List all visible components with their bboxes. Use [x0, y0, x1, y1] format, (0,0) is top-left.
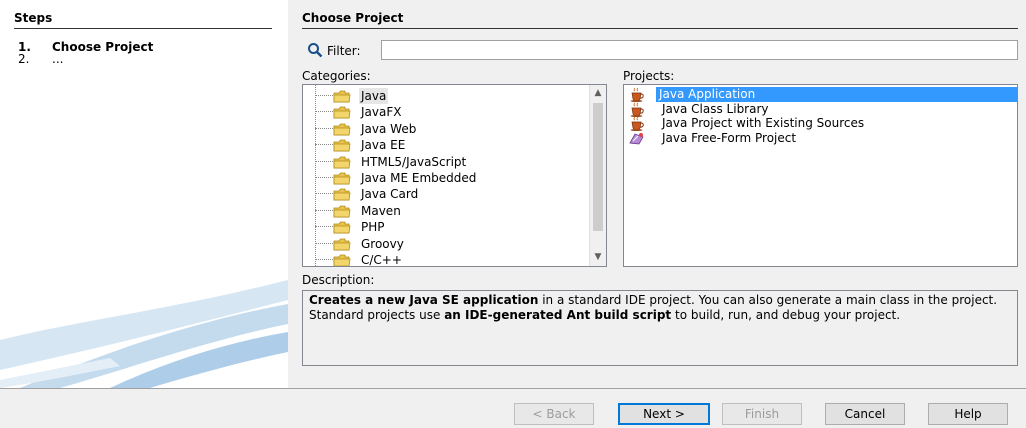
- steps-title: Steps: [14, 11, 272, 29]
- project-label: Java Application: [656, 87, 759, 102]
- tree-connector: [315, 160, 333, 162]
- category-label: Java ME Embedded: [361, 171, 477, 185]
- category-item[interactable]: PHP: [303, 219, 581, 235]
- folder-icon: [333, 172, 351, 185]
- category-label: JavaFX: [361, 105, 402, 120]
- category-item[interactable]: Java Web: [303, 121, 581, 137]
- coffee-cup-icon: [629, 102, 645, 117]
- back-button[interactable]: < Back: [514, 403, 594, 425]
- project-item[interactable]: Java Project with Existing Sources: [624, 116, 1017, 131]
- tree-connector: [315, 127, 333, 129]
- category-label: PHP: [361, 220, 385, 235]
- tree-connector: [315, 111, 333, 113]
- folder-icon: [333, 139, 351, 152]
- category-item[interactable]: C/C++: [303, 252, 581, 267]
- scroll-thumb[interactable]: [593, 103, 603, 231]
- project-label: Java Project with Existing Sources: [662, 116, 865, 130]
- project-label: Java Free-Form Project: [662, 130, 797, 145]
- folder-icon: [333, 221, 351, 234]
- folder-icon: [333, 188, 351, 201]
- tree-connector: [315, 226, 333, 228]
- folder-icon: [333, 106, 351, 119]
- project-label: Java Class Library: [662, 101, 769, 116]
- category-item[interactable]: Groovy: [303, 236, 581, 252]
- folder-icon: [333, 254, 351, 266]
- search-icon: [308, 43, 323, 58]
- project-item[interactable]: Java Class Library: [624, 102, 1017, 117]
- categories-label: Categories:: [302, 69, 371, 83]
- coffee-cup-icon: [629, 87, 645, 102]
- tree-connector: [315, 259, 333, 260]
- bottom-divider: [0, 388, 1026, 389]
- finish-button[interactable]: Finish: [722, 403, 802, 425]
- category-label: Maven: [361, 203, 401, 218]
- folder-icon: [333, 238, 351, 251]
- categories-scrollbar[interactable]: ▲ ▼: [589, 85, 606, 266]
- tree-connector: [315, 144, 333, 146]
- coffee-cup-icon: [629, 116, 645, 131]
- categories-tree[interactable]: Java JavaFX Java Web Java EE HTML5/JavaScrip…: [302, 84, 607, 267]
- filter-label: Filter:: [327, 44, 361, 58]
- tree-connector: [315, 193, 333, 195]
- step-number: 2.: [18, 52, 30, 66]
- description-bold-2: an IDE-generated Ant build script: [444, 308, 672, 322]
- step-label: Choose Project: [52, 40, 154, 54]
- decorative-swoosh-graphic: [0, 280, 288, 388]
- folder-icon: [333, 90, 351, 103]
- tree-connector: [315, 95, 333, 96]
- filter-input[interactable]: [381, 40, 1018, 60]
- tree-connector: [315, 177, 333, 178]
- category-item[interactable]: Java EE: [303, 137, 581, 153]
- next-button[interactable]: Next >: [618, 403, 710, 425]
- description-text-2: to build, run, and debug your project.: [671, 308, 901, 322]
- step-label: ...: [52, 52, 64, 66]
- folder-icon: [333, 205, 351, 218]
- category-item[interactable]: HTML5/JavaScript: [303, 154, 581, 170]
- category-label: Groovy: [361, 236, 404, 251]
- projects-label: Projects:: [623, 69, 675, 83]
- category-item[interactable]: Java: [303, 88, 581, 104]
- freeform-icon: [629, 131, 645, 146]
- page-title: Choose Project: [302, 11, 1018, 29]
- scroll-down-arrow-icon[interactable]: ▼: [590, 249, 606, 266]
- steps-panel: Steps 1. Choose Project 2....: [0, 0, 288, 388]
- category-label: Java: [359, 88, 389, 104]
- project-item[interactable]: Java Application: [624, 87, 1017, 102]
- help-button[interactable]: Help: [928, 403, 1008, 425]
- category-label: Java Card: [361, 187, 419, 202]
- description-text: Creates a new Java SE application in a s…: [302, 290, 1018, 366]
- tree-connector: [315, 242, 333, 244]
- category-label: HTML5/JavaScript: [361, 154, 467, 169]
- category-item[interactable]: JavaFX: [303, 104, 581, 120]
- tree-connector: [315, 209, 333, 211]
- category-item[interactable]: Java ME Embedded: [303, 170, 581, 186]
- category-label: Java EE: [361, 138, 406, 153]
- category-label: Java Web: [361, 121, 417, 136]
- description-bold-1: Creates a new Java SE application: [309, 293, 539, 307]
- cancel-button[interactable]: Cancel: [825, 403, 905, 425]
- category-item[interactable]: Java Card: [303, 186, 581, 202]
- step-item-next: 2....: [18, 52, 63, 66]
- projects-list[interactable]: Java Application Java Class Library Java P…: [623, 84, 1018, 267]
- folder-icon: [333, 123, 351, 136]
- scroll-up-arrow-icon[interactable]: ▲: [590, 85, 606, 102]
- description-label: Description:: [302, 273, 375, 287]
- category-item[interactable]: Maven: [303, 203, 581, 219]
- category-label: C/C++: [361, 253, 402, 267]
- folder-icon: [333, 156, 351, 169]
- project-item[interactable]: Java Free-Form Project: [624, 131, 1017, 146]
